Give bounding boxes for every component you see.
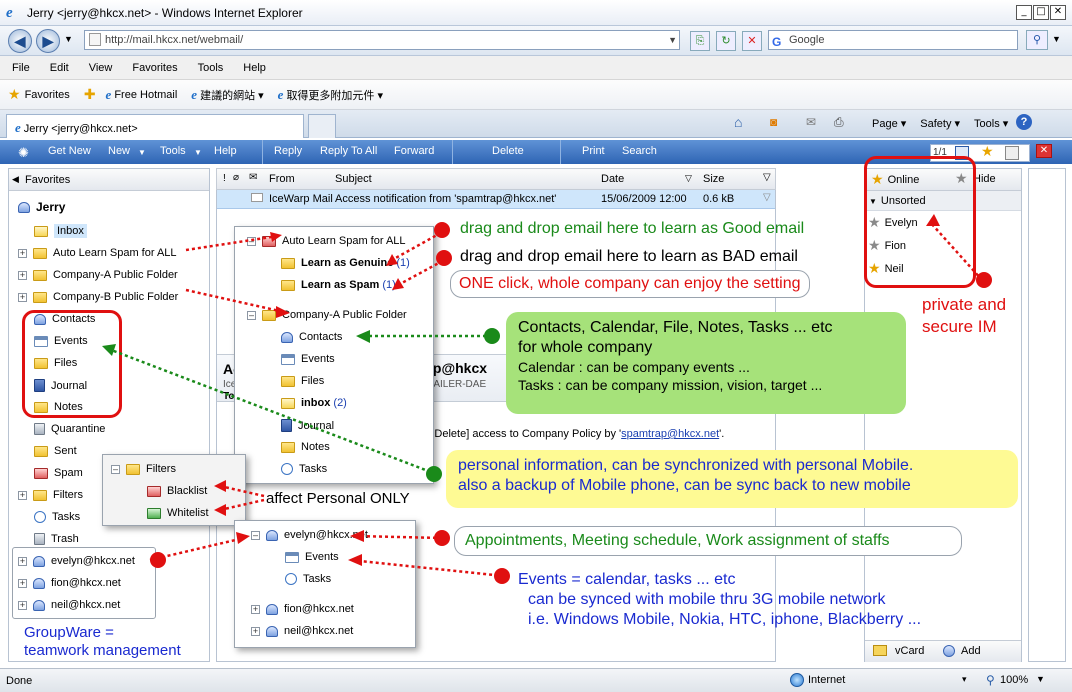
- note-personal-line: personal information, can be synchronize…: [458, 457, 914, 474]
- note-events-line: i.e. Windows Mobile, Nokia, HTC, iphone,…: [528, 611, 922, 628]
- note-groupware: GroupWare = teamwork management: [24, 624, 181, 660]
- arrowhead: [276, 306, 290, 318]
- arrow-im: [929, 221, 983, 281]
- dot-bad: [436, 250, 452, 266]
- arrow-filters: [219, 484, 265, 512]
- note-groupware-line: GroupWare =: [24, 624, 114, 641]
- note-company-line: Calendar : can be company events ...: [518, 359, 750, 375]
- arrowhead: [236, 532, 250, 544]
- arrow-good: [185, 234, 279, 252]
- note-company-line: for whole company: [518, 339, 653, 356]
- dot-events: [494, 568, 510, 584]
- arrowhead: [270, 232, 282, 242]
- arrowhead: [356, 330, 370, 343]
- note-affect-personal: affect Personal ONLY: [266, 490, 410, 507]
- note-good: drag and drop email here to learn as Goo…: [460, 220, 805, 237]
- arrowhead: [102, 344, 116, 356]
- arrowhead: [386, 254, 398, 266]
- arrow-events: [349, 558, 505, 578]
- dot-contacts: [484, 328, 500, 344]
- arrow-personal: [105, 346, 437, 476]
- dot-appointments: [434, 530, 450, 546]
- arrowhead: [392, 278, 404, 290]
- note-events-line: can be synced with mobile thru 3G mobile…: [528, 591, 886, 608]
- arrowhead: [214, 480, 226, 492]
- note-company-line: Tasks : can be company mission, vision, …: [518, 377, 823, 393]
- note-personal-box: personal information, can be synchronize…: [446, 450, 1018, 508]
- dot-im: [976, 272, 992, 288]
- arrowhead: [350, 530, 364, 542]
- note-events-line: Events = calendar, tasks ... etc: [518, 571, 736, 588]
- dot-good: [434, 222, 450, 238]
- arrow-appointments: [355, 534, 443, 540]
- dot-personal: [426, 466, 442, 482]
- note-company-line: Contacts, Calendar, File, Notes, Tasks .…: [518, 319, 833, 336]
- note-bad: drag and drop email here to learn as BAD…: [460, 248, 798, 265]
- arrowhead: [926, 214, 940, 226]
- arrowhead: [348, 554, 362, 566]
- note-groupware-line: teamwork management: [24, 642, 181, 659]
- arrowhead: [214, 504, 226, 516]
- note-personal-line: also a backup of Mobile phone, can be sy…: [458, 477, 911, 494]
- note-appointments: Appointments, Meeting schedule, Work ass…: [454, 526, 962, 556]
- note-company-box: Contacts, Calendar, File, Notes, Tasks .…: [506, 312, 906, 414]
- note-private-im: private and secure IM: [922, 295, 1007, 336]
- note-one-click: ONE click, whole company can enjoy the s…: [450, 270, 810, 298]
- dot-users: [150, 552, 166, 568]
- arrow-company: [185, 288, 285, 314]
- note-events-box: Events = calendar, tasks ... etc can be …: [518, 570, 921, 630]
